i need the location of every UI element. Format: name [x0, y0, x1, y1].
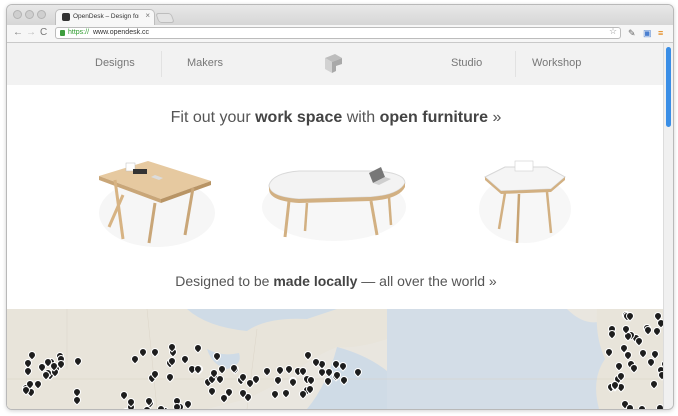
hero-arrow: » — [488, 109, 502, 126]
title-bar: OpenDesk – Design for Cu × — [7, 5, 673, 25]
nav-divider — [515, 51, 516, 77]
back-icon[interactable]: ← — [13, 27, 23, 39]
reload-icon[interactable]: C — [40, 27, 47, 39]
extension-icon[interactable]: ▣ — [643, 28, 652, 38]
scrollbar-thumb[interactable] — [666, 47, 671, 127]
table-product-image[interactable] — [259, 161, 409, 247]
url-host: www.opendesk.cc — [93, 29, 150, 36]
hero-bold-open-furniture: open furniture — [379, 109, 489, 126]
zoom-window-button[interactable] — [37, 10, 46, 19]
minimize-window-button[interactable] — [25, 10, 34, 19]
site-navigation: Designs Makers Studio Workshop — [7, 43, 665, 85]
nav-workshop[interactable]: Workshop — [532, 57, 581, 69]
tab-close-icon[interactable]: × — [145, 11, 150, 21]
address-bar[interactable]: https:// www.opendesk.cc — [55, 27, 621, 39]
nav-designs[interactable]: Designs — [95, 57, 135, 69]
nav-divider — [161, 51, 162, 77]
hero-prefix: Fit out your — [170, 109, 256, 126]
tab-title: OpenDesk – Design for Cu — [73, 13, 139, 20]
new-tab-button[interactable] — [155, 13, 175, 23]
makers-link[interactable]: Designed to be made locally — all over t… — [175, 273, 496, 289]
hero-middle: with — [342, 109, 380, 126]
menu-icon[interactable]: ≡ — [658, 28, 663, 38]
opendesk-logo-icon[interactable] — [320, 51, 346, 77]
makers-prefix: Designed to be — [175, 273, 274, 289]
wrench-icon[interactable]: ✎ — [628, 28, 636, 38]
browser-window: OpenDesk – Design for Cu × ← → C https:/… — [6, 4, 674, 410]
forward-icon[interactable]: → — [26, 27, 36, 39]
hero-headline: Fit out your work space with open furnit… — [7, 109, 665, 127]
makers-suffix: — all over the world » — [357, 273, 497, 289]
nav-makers[interactable]: Makers — [187, 57, 223, 69]
lock-icon — [60, 30, 65, 36]
round-table-product-image[interactable] — [477, 159, 573, 247]
browser-tab[interactable]: OpenDesk – Design for Cu × — [55, 9, 155, 25]
star-icon[interactable]: ☆ — [609, 26, 617, 36]
web-page: Designs Makers Studio Workshop Fit out y… — [7, 43, 665, 409]
makers-bold-made-locally: made locally — [273, 273, 358, 289]
opendesk-favicon-icon — [62, 13, 70, 21]
nav-studio[interactable]: Studio — [451, 57, 482, 69]
page-scrollbar[interactable] — [663, 43, 673, 409]
hero-bold-work-space: work space — [255, 109, 343, 126]
hero-link[interactable]: Fit out your work space with open furnit… — [171, 109, 502, 126]
browser-toolbar: ← → C https:// www.opendesk.cc ☆ ✎ ▣ ≡ — [7, 25, 673, 43]
makers-world-map[interactable] — [7, 309, 665, 409]
makers-headline: Designed to be made locally — all over t… — [7, 273, 665, 289]
close-window-button[interactable] — [13, 10, 22, 19]
url-scheme: https:// — [68, 29, 90, 36]
desk-product-image[interactable] — [93, 151, 223, 249]
